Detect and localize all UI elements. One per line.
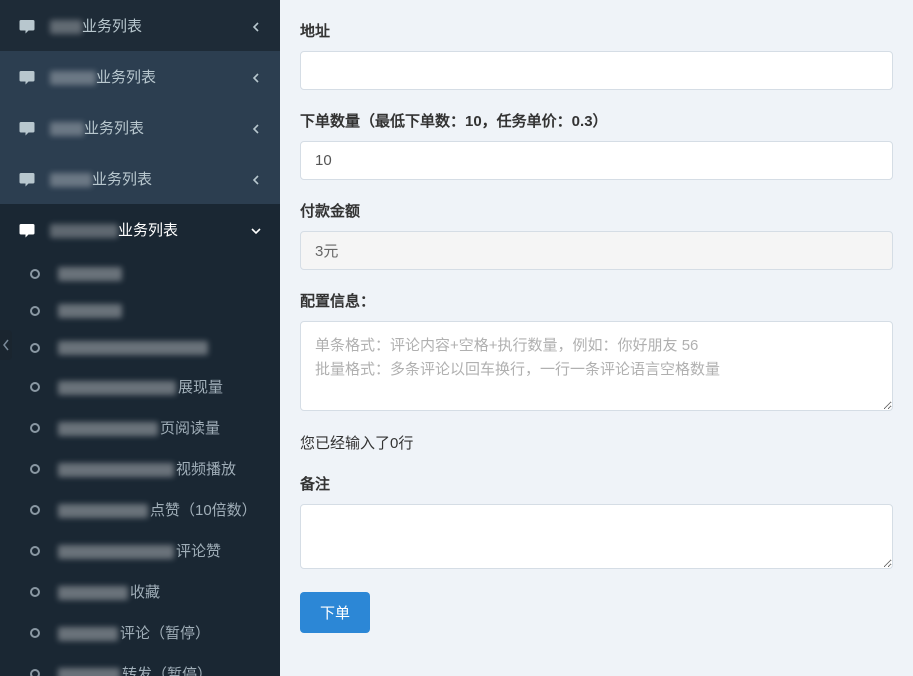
sidebar-subitem-2[interactable] [0, 329, 280, 366]
config-textarea[interactable] [300, 321, 893, 411]
sidebar-collapse-handle[interactable] [0, 330, 12, 360]
main-content: 地址 下单数量（最低下单数：10，任务单价：0.3） 付款金额 配置信息： 您已… [280, 0, 913, 676]
chevron-left-icon [250, 71, 262, 83]
sidebar-subitem-label: 页阅读量 [58, 417, 220, 438]
sidebar-item-label: 业务列表 [50, 219, 250, 240]
sidebar-item-3[interactable]: 业务列表 [0, 153, 280, 204]
chat-icon [18, 119, 36, 137]
line-count-text: 您已经输入了0行 [300, 432, 893, 453]
bullet-icon [30, 343, 40, 353]
sidebar-subitem-label [58, 265, 124, 282]
notes-label: 备注 [300, 473, 893, 494]
bullet-icon [30, 669, 40, 676]
bullet-icon [30, 628, 40, 638]
chevron-left-icon [250, 20, 262, 32]
quantity-label: 下单数量（最低下单数：10，任务单价：0.3） [300, 110, 893, 131]
chevron-left-icon [250, 122, 262, 134]
sidebar-item-4[interactable]: 业务列表 [0, 204, 280, 255]
sidebar-item-label: 业务列表 [50, 117, 250, 138]
bullet-icon [30, 423, 40, 433]
sidebar-subitem-label [58, 339, 210, 356]
quantity-input[interactable] [300, 141, 893, 180]
bullet-icon [30, 505, 40, 515]
chat-icon [18, 17, 36, 35]
bullet-icon [30, 382, 40, 392]
sidebar-subitem-3[interactable]: 展现量 [0, 366, 280, 407]
sidebar-item-1[interactable]: 业务列表 [0, 51, 280, 102]
sidebar-item-label: 业务列表 [50, 66, 250, 87]
caret-left-icon [2, 339, 10, 351]
sidebar-subitem-9[interactable]: 评论（暂停） [0, 612, 280, 653]
bullet-icon [30, 269, 40, 279]
amount-display [300, 231, 893, 270]
sidebar: 业务列表业务列表业务列表业务列表业务列表 展现量页阅读量视频播放点赞（10倍数）… [0, 0, 280, 676]
chat-icon [18, 68, 36, 86]
sidebar-subitem-label: 视频播放 [58, 458, 236, 479]
chat-icon [18, 221, 36, 239]
sidebar-subitem-5[interactable]: 视频播放 [0, 448, 280, 489]
bullet-icon [30, 587, 40, 597]
sidebar-subitem-label: 评论赞 [58, 540, 221, 561]
sidebar-subitem-label: 展现量 [58, 376, 223, 397]
sidebar-item-label: 业务列表 [50, 168, 250, 189]
sidebar-subitem-0[interactable] [0, 255, 280, 292]
submit-button[interactable]: 下单 [300, 592, 370, 633]
sidebar-subitem-label: 点赞（10倍数） [58, 499, 257, 520]
sidebar-subitem-label: 评论（暂停） [58, 622, 210, 643]
sidebar-subitem-label [58, 302, 124, 319]
sidebar-subitem-8[interactable]: 收藏 [0, 571, 280, 612]
bullet-icon [30, 306, 40, 316]
sidebar-item-2[interactable]: 业务列表 [0, 102, 280, 153]
sidebar-subitem-label: 转发（暂停） [58, 663, 212, 676]
chevron-down-icon [250, 224, 262, 236]
chat-icon [18, 170, 36, 188]
sidebar-subitem-1[interactable] [0, 292, 280, 329]
bullet-icon [30, 546, 40, 556]
config-label: 配置信息： [300, 290, 893, 311]
sidebar-subitem-4[interactable]: 页阅读量 [0, 407, 280, 448]
address-input[interactable] [300, 51, 893, 90]
bullet-icon [30, 464, 40, 474]
notes-textarea[interactable] [300, 504, 893, 569]
sidebar-item-0[interactable]: 业务列表 [0, 0, 280, 51]
sidebar-subitem-6[interactable]: 点赞（10倍数） [0, 489, 280, 530]
sidebar-subitem-7[interactable]: 评论赞 [0, 530, 280, 571]
sidebar-subitem-label: 收藏 [58, 581, 160, 602]
amount-label: 付款金额 [300, 200, 893, 221]
chevron-left-icon [250, 173, 262, 185]
sidebar-item-label: 业务列表 [50, 15, 250, 36]
sidebar-subitem-10[interactable]: 转发（暂停） [0, 653, 280, 676]
address-label: 地址 [300, 20, 893, 41]
